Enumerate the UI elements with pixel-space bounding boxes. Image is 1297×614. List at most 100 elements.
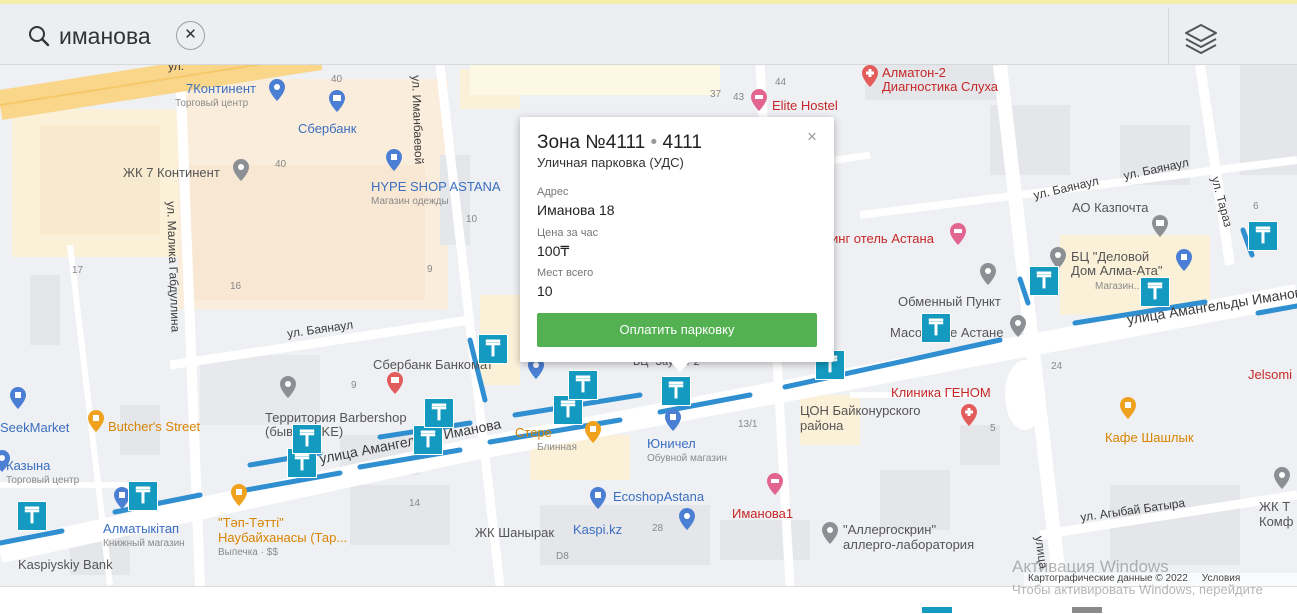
atm-pin-icon[interactable] xyxy=(387,372,403,394)
parking-zone-marker[interactable]: ₸ xyxy=(413,425,443,455)
poi-obmen[interactable]: Обменный Пункт xyxy=(898,294,1001,309)
poi-yunichel[interactable]: Юничел xyxy=(647,436,696,451)
poi-sber-bank[interactable]: Сбербанк Банкомат xyxy=(373,357,493,372)
parking-zone-marker[interactable]: ₸ xyxy=(17,501,47,531)
shopping-pin-icon[interactable] xyxy=(269,79,285,101)
parking-zone-marker[interactable]: ₸ xyxy=(1248,221,1278,251)
poi-zhk7[interactable]: ЖК 7 Континент xyxy=(123,165,220,180)
poi-allergo[interactable]: "Аллергоскрин" xyxy=(843,522,936,537)
place-pin-icon[interactable] xyxy=(1010,315,1026,337)
place-pin-icon[interactable] xyxy=(1274,467,1290,489)
poi-sberbank[interactable]: Сбербанк xyxy=(298,121,356,136)
poi-genom[interactable]: Клиника ГЕНОМ xyxy=(891,385,991,400)
poi-imanova1[interactable]: Иманова1 xyxy=(732,506,793,521)
poi-kaspi[interactable]: Kaspi.kz xyxy=(573,522,622,537)
parking-zone-marker[interactable]: ₸ xyxy=(292,424,322,454)
close-icon[interactable]: × xyxy=(807,128,817,146)
parking-zone-marker[interactable]: ₸ xyxy=(568,370,598,400)
poi-maso[interactable]: Масо xyxy=(890,325,922,340)
tenge-icon: ₸ xyxy=(25,503,39,528)
hotel-pin-icon[interactable] xyxy=(751,89,767,111)
house-number: 5 xyxy=(990,423,996,434)
house-number: 14 xyxy=(409,498,421,509)
poi-elite-hostel[interactable]: Elite Hostel xyxy=(772,98,838,113)
bakery-pin-icon[interactable] xyxy=(231,484,247,506)
poi-blinnaya: Блинная xyxy=(537,442,577,453)
tenge-icon: ₸ xyxy=(561,397,575,422)
poi-continent[interactable]: 7Континент xyxy=(186,81,256,96)
search-input[interactable]: иманова xyxy=(59,21,151,51)
address-caption: Адрес xyxy=(537,186,569,198)
poi-ecoshop[interactable]: EcoshopAstana xyxy=(613,489,704,504)
parking-zone-marker[interactable]: ₸ xyxy=(661,376,691,406)
hotel-pin-icon[interactable] xyxy=(950,223,966,245)
place-pin-icon[interactable] xyxy=(233,159,249,181)
poi-kazpochta[interactable]: АО Казпочта xyxy=(1072,200,1149,215)
search-bar[interactable]: иманова ✕ xyxy=(0,4,1297,65)
poi-seekmarket[interactable]: SeekMarket xyxy=(0,420,69,435)
poi-barber[interactable]: Территория Barbershop xyxy=(265,410,407,425)
poi-almaton[interactable]: Алматон-2 xyxy=(882,65,946,80)
shop-pin-icon[interactable] xyxy=(386,149,402,171)
poi-jelsomi[interactable]: Jelsomi xyxy=(1248,367,1292,382)
parking-zone-marker[interactable]: ₸ xyxy=(478,334,508,364)
tenge-icon: ₸ xyxy=(1037,268,1051,293)
poi-kaspiy-bank[interactable]: Kaspiyskiy Bank xyxy=(18,557,113,572)
parking-zone-marker[interactable]: ₸ xyxy=(921,313,951,343)
layers-icon[interactable] xyxy=(1184,22,1218,54)
parking-zone-marker[interactable]: ₸ xyxy=(128,481,158,511)
spots-caption: Мест всего xyxy=(537,267,594,279)
hotel-pin-icon[interactable] xyxy=(767,473,783,495)
shop-pin-icon[interactable] xyxy=(10,387,26,409)
poi-kafe[interactable]: Кафе Шашлык xyxy=(1105,430,1194,445)
shoe-store-pin-icon[interactable] xyxy=(665,409,681,431)
shop-pin-icon[interactable] xyxy=(590,487,606,509)
poi-hotel[interactable]: инг отель Астана xyxy=(831,231,934,246)
price-caption: Цена за час xyxy=(537,227,599,239)
bank-pin-icon[interactable] xyxy=(329,90,345,112)
poi-almatykitap-sub: Книжный магазин xyxy=(103,538,185,549)
poi-tep-2: Наубайханасы (Тар... xyxy=(218,530,348,545)
place-pin-icon[interactable] xyxy=(280,376,296,398)
poi-kazyna[interactable]: Казына xyxy=(6,458,50,473)
cafe-pin-icon[interactable] xyxy=(1120,397,1136,419)
parking-zone-marker[interactable]: ₸ xyxy=(424,398,454,428)
poi-bc-1[interactable]: БЦ "Деловой xyxy=(1071,249,1149,264)
bottom-tab-indicator[interactable] xyxy=(922,607,952,613)
poi-zhk-shanyrak[interactable]: ЖК Шанырак xyxy=(475,525,554,540)
shop-pin-icon[interactable] xyxy=(1176,249,1192,271)
parking-zone-marker[interactable]: ₸ xyxy=(1029,266,1059,296)
poi-con[interactable]: ЦОН Байконурского xyxy=(800,403,921,418)
poi-cherga[interactable]: Стере xyxy=(515,425,552,440)
poi-yunichel-sub: Обувной магазин xyxy=(647,453,728,464)
medical-pin-icon[interactable] xyxy=(961,404,977,426)
tenge-icon: ₸ xyxy=(432,400,446,425)
poi-bc-sub: Магазин... xyxy=(1095,281,1142,292)
bottom-tab-indicator[interactable] xyxy=(1072,607,1102,613)
price-value: 100₸ xyxy=(537,243,570,259)
mail-pin-icon[interactable] xyxy=(1152,215,1168,237)
search-icon[interactable] xyxy=(28,25,50,47)
cart-pin-icon[interactable] xyxy=(679,508,695,530)
poi-almatykitap[interactable]: Алматыкітап xyxy=(103,521,179,536)
house-number: 16 xyxy=(230,281,242,292)
restaurant-pin-icon[interactable] xyxy=(88,410,104,432)
poi-con-2: района xyxy=(800,418,844,433)
poi-tep-sub: Выпечка · $$ xyxy=(218,547,278,558)
clear-search-button[interactable]: ✕ xyxy=(176,21,205,50)
poi-hype[interactable]: HYPE SHOP ASTANA xyxy=(371,179,501,194)
street-label-top: ул. xyxy=(168,65,185,73)
poi-tep[interactable]: "Тәп-Тәтті" xyxy=(218,515,284,530)
restaurant-pin-icon[interactable] xyxy=(585,421,601,443)
poi-zhk-right-2: Комф xyxy=(1259,514,1294,529)
pay-parking-button[interactable]: Оплатить парковку xyxy=(537,313,817,347)
parking-zone-marker[interactable]: ₸ xyxy=(1140,277,1170,307)
poi-butchers[interactable]: Butcher's Street xyxy=(108,419,200,434)
shopping-pin-icon[interactable] xyxy=(0,450,10,472)
poi-zhk-right[interactable]: ЖК Т xyxy=(1259,499,1290,514)
house-number: 24 xyxy=(1051,361,1063,372)
place-pin-icon[interactable] xyxy=(822,522,838,544)
place-pin-icon[interactable] xyxy=(980,263,996,285)
popup-title: Зона №4111 • 4111 xyxy=(537,132,702,154)
medical-pin-icon[interactable] xyxy=(862,65,878,87)
